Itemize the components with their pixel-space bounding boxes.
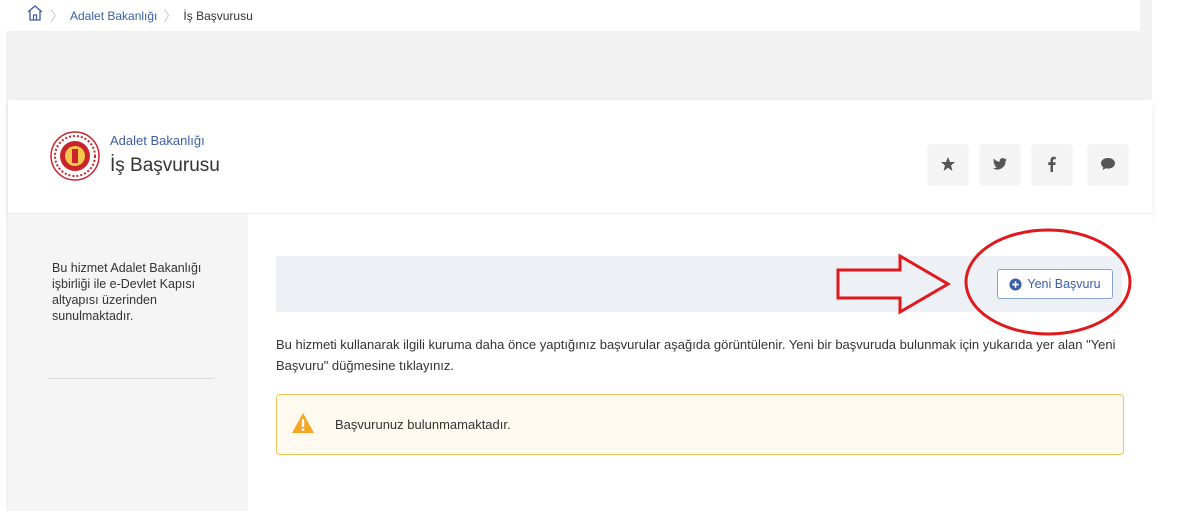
twitter-icon (993, 158, 1007, 170)
home-icon[interactable] (26, 4, 44, 22)
warning-alert: Başvurunuz bulunmamaktadır. (276, 394, 1124, 455)
star-icon (941, 157, 955, 171)
warning-icon (292, 413, 314, 433)
favorite-button[interactable] (928, 144, 968, 184)
card-header: Adalet Bakanlığı İş Başvurusu (8, 100, 1152, 214)
main-content: Yeni Başvuru Bu hizmeti kullanarak ilgil… (248, 214, 1152, 511)
sidebar-info-text: Bu hizmet Adalet Bakanlığı işbirliği ile… (52, 261, 202, 323)
breadcrumb-item-current: İş Başvurusu (183, 8, 253, 23)
warning-message: Başvurunuz bulunmamaktadır. (335, 417, 511, 432)
sidebar: Bu hizmet Adalet Bakanlığı işbirliği ile… (8, 214, 248, 511)
service-card: Adalet Bakanlığı İş Başvurusu Bu hizmet … (8, 100, 1152, 511)
institution-name[interactable]: Adalet Bakanlığı (110, 133, 205, 148)
twitter-share-button[interactable] (980, 144, 1020, 184)
ministry-logo (50, 131, 100, 181)
new-application-button[interactable]: Yeni Başvuru (997, 269, 1113, 299)
breadcrumb-item-institution[interactable]: Adalet Bakanlığı (70, 9, 157, 23)
new-application-label: Yeni Başvuru (1027, 277, 1101, 291)
sidebar-divider (48, 378, 214, 379)
breadcrumb-separator: 〉 (50, 7, 64, 24)
facebook-share-button[interactable] (1032, 144, 1072, 184)
breadcrumb: 〉 Adalet Bakanlığı 〉 İş Başvurusu (6, 0, 1140, 31)
breadcrumb-separator: 〉 (163, 7, 178, 24)
comment-icon (1101, 158, 1115, 170)
description-text: Bu hizmeti kullanarak ilgili kuruma daha… (276, 337, 1116, 373)
plus-circle-icon (1009, 277, 1022, 291)
facebook-icon (1048, 156, 1056, 172)
service-title: İş Başvurusu (110, 155, 220, 176)
action-bar: Yeni Başvuru (276, 256, 1122, 312)
feedback-button[interactable] (1088, 144, 1128, 184)
